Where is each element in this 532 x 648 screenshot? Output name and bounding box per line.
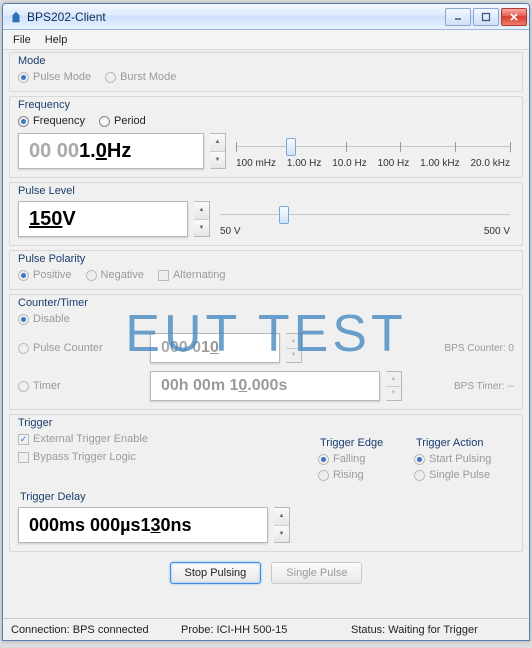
legend-trigger-action: Trigger Action — [416, 437, 514, 449]
group-frequency: Frequency Frequency Period 00 001.0 Hz ▲… — [9, 96, 523, 178]
menubar: File Help — [3, 30, 529, 50]
group-polarity: Pulse Polarity Positive Negative Alterna… — [9, 250, 523, 290]
close-button[interactable] — [501, 8, 527, 26]
check-bypass[interactable]: Bypass Trigger Logic — [18, 451, 312, 463]
radio-rising[interactable]: Rising — [318, 469, 408, 481]
trigger-delay-spinner[interactable]: ▲▼ — [274, 507, 290, 543]
radio-period[interactable]: Period — [99, 115, 146, 127]
titlebar[interactable]: BPS202-Client — [3, 4, 529, 30]
check-alternating[interactable]: Alternating — [158, 269, 226, 281]
timer-value[interactable]: 00h 00m 10.000s — [150, 371, 380, 401]
status-probe: Probe: ICI-HH 500-15 — [181, 624, 351, 636]
pulse-counter-spinner[interactable]: ▲▼ — [286, 333, 302, 363]
frequency-slider[interactable]: 100 mHz 1.00 Hz 10.0 Hz 100 Hz 1.00 kHz … — [232, 134, 514, 169]
trigger-delay-value[interactable]: 000ms 000µs 130ns — [18, 507, 268, 543]
legend-pulse-level: Pulse Level — [18, 185, 514, 197]
radio-single-pulse[interactable]: Single Pulse — [414, 469, 514, 481]
timer-spinner[interactable]: ▲▼ — [386, 371, 402, 401]
status-connection: Connection: BPS connected — [11, 624, 181, 636]
group-trigger: Trigger External Trigger Enable Bypass T… — [9, 414, 523, 552]
legend-trigger: Trigger — [18, 417, 514, 429]
group-pulse-level: Pulse Level 150 V ▲▼ 50 V500 V — [9, 182, 523, 246]
legend-polarity: Pulse Polarity — [18, 253, 514, 265]
statusbar: Connection: BPS connected Probe: ICI-HH … — [3, 618, 529, 640]
group-counter: Counter/Timer Disable Pulse Counter 000 … — [9, 294, 523, 410]
button-row: Stop Pulsing Single Pulse — [9, 556, 523, 592]
pulse-level-value[interactable]: 150 V — [18, 201, 188, 237]
menu-file[interactable]: File — [7, 32, 37, 48]
single-pulse-button[interactable]: Single Pulse — [271, 562, 362, 584]
pulse-level-slider[interactable]: 50 V500 V — [216, 202, 514, 237]
radio-negative[interactable]: Negative — [86, 269, 144, 281]
radio-falling[interactable]: Falling — [318, 453, 408, 465]
legend-mode: Mode — [18, 55, 514, 67]
radio-burst-mode[interactable]: Burst Mode — [105, 71, 176, 83]
window-title: BPS202-Client — [27, 10, 445, 24]
check-ext-trigger[interactable]: External Trigger Enable — [18, 433, 312, 445]
frequency-value[interactable]: 00 001.0 Hz — [18, 133, 204, 169]
radio-disable[interactable]: Disable — [18, 313, 514, 325]
pulse-counter-status: BPS Counter: 0 — [445, 343, 514, 354]
frequency-spinner[interactable]: ▲▼ — [210, 133, 226, 169]
maximize-button[interactable] — [473, 8, 499, 26]
legend-counter: Counter/Timer — [18, 297, 514, 309]
radio-start-pulsing[interactable]: Start Pulsing — [414, 453, 514, 465]
stop-pulsing-button[interactable]: Stop Pulsing — [170, 562, 262, 584]
legend-frequency: Frequency — [18, 99, 514, 111]
pulse-level-spinner[interactable]: ▲▼ — [194, 201, 210, 237]
minimize-button[interactable] — [445, 8, 471, 26]
pulse-counter-value[interactable]: 000 010 — [150, 333, 280, 363]
group-mode: Mode Pulse Mode Burst Mode — [9, 52, 523, 92]
radio-pulse-mode[interactable]: Pulse Mode — [18, 71, 91, 83]
app-icon — [9, 10, 23, 24]
timer-status: BPS Timer: -- — [454, 381, 514, 392]
menu-help[interactable]: Help — [39, 32, 74, 48]
radio-positive[interactable]: Positive — [18, 269, 72, 281]
radio-timer[interactable]: Timer — [18, 380, 108, 392]
legend-trigger-delay: Trigger Delay — [20, 491, 514, 503]
legend-trigger-edge: Trigger Edge — [320, 437, 408, 449]
radio-frequency[interactable]: Frequency — [18, 115, 85, 127]
radio-pulse-counter[interactable]: Pulse Counter — [18, 342, 108, 354]
status-value: Status: Waiting for Trigger — [351, 624, 521, 636]
